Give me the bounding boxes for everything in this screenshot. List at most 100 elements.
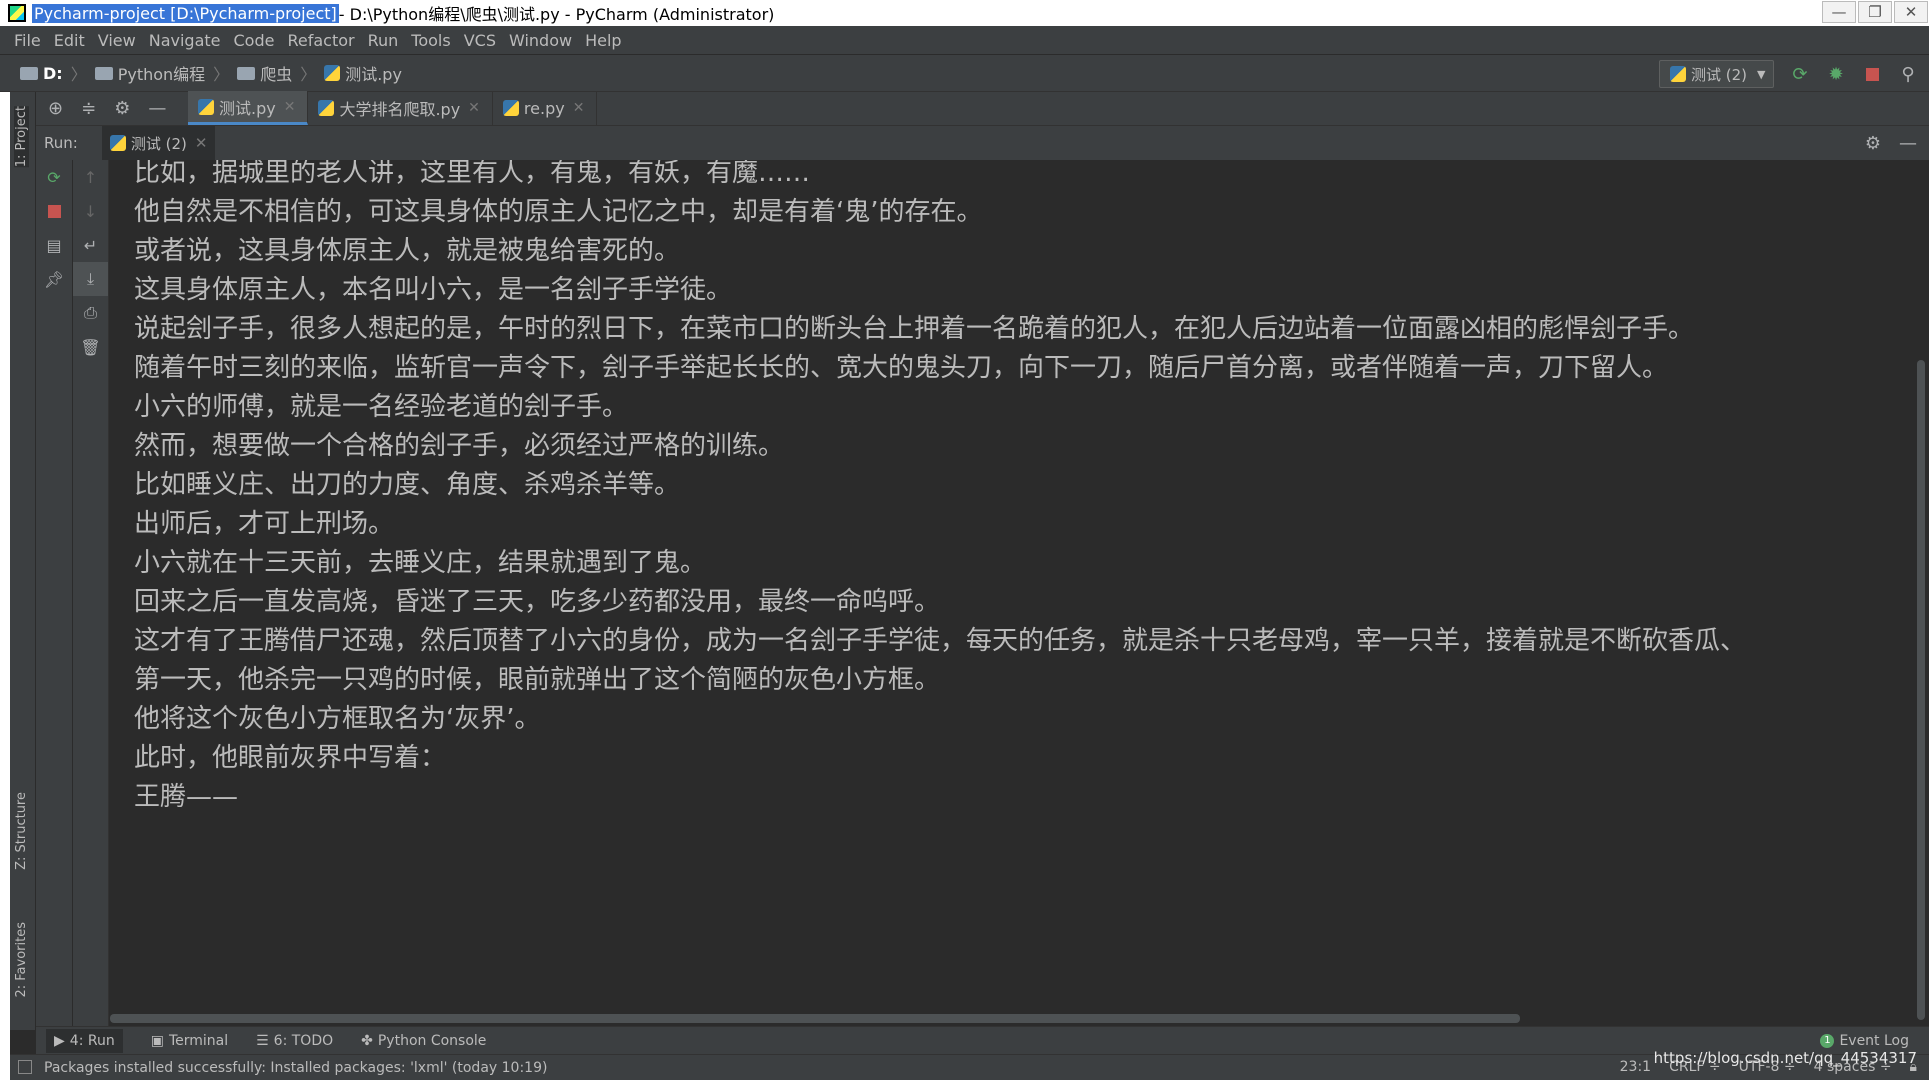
window-controls: — ❐ ✕ [1821, 0, 1929, 26]
breadcrumb-label: 测试.py [345, 65, 402, 84]
hide-icon[interactable]: — [148, 98, 166, 119]
menu-file[interactable]: File [14, 31, 41, 50]
close-icon[interactable]: ✕ [468, 100, 480, 116]
tab-label: 大学排名爬取.py [339, 100, 461, 119]
console-line: 然而，想要做一个合格的刽子手，必须经过严格的训练。 [134, 431, 785, 461]
menu-code[interactable]: Code [234, 31, 275, 50]
debug-icon[interactable]: ✹ [1825, 63, 1847, 85]
console-horizontal-scrollbar[interactable] [110, 1014, 1520, 1023]
event-log-label: Event Log [1839, 1033, 1909, 1049]
console-line: 这才有了王腾借尸还魂，然后顶替了小六的身份，成为一名刽子手学徒，每天的任务，就是… [134, 626, 1747, 656]
breadcrumb-label: 爬虫 [260, 65, 293, 84]
folder-icon [94, 66, 113, 80]
event-log-button[interactable]: 1 Event Log [1820, 1033, 1909, 1049]
todo-tool-button[interactable]: ☰ 6: TODO [256, 1033, 333, 1049]
run-configuration-select[interactable]: 测试 (2) ▼ [1659, 60, 1774, 88]
breadcrumb-crawler-folder[interactable]: 爬虫 [237, 61, 292, 85]
menu-help[interactable]: Help [585, 31, 621, 50]
console-line: 比如，据城里的老人讲，这里有人，有鬼，有妖，有魔…… [134, 160, 811, 188]
run-tool-button[interactable]: ▶ 4: Run [46, 1028, 123, 1053]
terminal-tool-button[interactable]: ▣ Terminal [151, 1033, 228, 1049]
python-console-tool-button[interactable]: ✤ Python Console [361, 1033, 486, 1049]
favorites-tool-button[interactable]: 2: Favorites [14, 922, 29, 998]
rerun-icon[interactable]: ⟳ [36, 160, 72, 194]
run-panel-actions: ⚙ — [1865, 133, 1917, 154]
run-toolbar-left: ⟳ ▤ 📌︎ [36, 160, 72, 1026]
scroll-to-end-icon[interactable]: ⤓ [73, 262, 108, 296]
print-icon[interactable]: ⎙ [73, 296, 108, 330]
menu-view[interactable]: View [98, 31, 136, 50]
caret-position[interactable]: 23:1 [1620, 1059, 1651, 1075]
tool-button-label: Terminal [168, 1032, 229, 1049]
status-bar: Packages installed successfully: Install… [10, 1054, 1929, 1080]
window-left-edge [0, 92, 10, 1080]
close-icon[interactable]: ✕ [195, 134, 208, 152]
gear-icon[interactable]: ⚙ [1865, 133, 1881, 154]
trash-icon[interactable]: 🗑︎ [73, 330, 108, 364]
target-icon[interactable]: ⊕ [48, 98, 63, 119]
menu-bar: File Edit View Navigate Code Refactor Ru… [0, 26, 1929, 54]
console-line: 王腾—— [134, 782, 239, 812]
status-panel-icon[interactable] [18, 1060, 32, 1074]
console-line: 这具身体原主人，本名叫小六，是一名刽子手学徒。 [134, 275, 733, 305]
tab-re-py[interactable]: re.py ✕ [493, 91, 598, 125]
down-arrow-icon[interactable]: ↓ [73, 194, 108, 228]
tool-button-label: Python Console [377, 1032, 487, 1049]
window-title-bar: Pycharm-project [D:\Pycharm-project] - D… [0, 0, 1929, 26]
console-line: 回来之后一直发高烧，昏迷了三天，吃多少药都没用，最终一命呜呼。 [134, 587, 941, 617]
breadcrumb-file[interactable]: 测试.py [324, 61, 402, 85]
breadcrumb-label: D: [43, 63, 63, 83]
close-icon[interactable]: ✕ [284, 99, 296, 115]
terminal-icon: ▣ [150, 1032, 164, 1049]
menu-vcs[interactable]: VCS [464, 31, 496, 50]
pin-icon[interactable]: 📌︎ [36, 262, 72, 296]
stop-icon[interactable] [1861, 63, 1883, 85]
console-line: 随着午时三刻的来临，监斩官一声令下，刽子手举起长长的、宽大的鬼头刀，向下一刀，随… [134, 353, 1669, 383]
close-button[interactable]: ✕ [1894, 1, 1928, 23]
layout-icon[interactable]: ▤ [36, 228, 72, 262]
window-title-project: Pycharm-project [D:\Pycharm-project] [32, 3, 339, 23]
breadcrumb-python-folder[interactable]: Python编程 [94, 61, 206, 85]
python-file-icon [109, 135, 126, 151]
rerun-icon[interactable]: ⟳ [1789, 63, 1811, 85]
window-title-path: - D:\Python编程\爬虫\测试.py - PyCharm (Admini… [338, 5, 775, 24]
console-vertical-scrollbar[interactable] [1917, 360, 1925, 1020]
tab-label: 测试.py [219, 98, 276, 118]
close-icon[interactable]: ✕ [573, 100, 585, 116]
run-tab[interactable]: 测试 (2) ✕ [101, 126, 216, 160]
python-file-icon [318, 100, 335, 116]
python-icon: ✤ [361, 1032, 373, 1049]
collapse-icon[interactable]: ≑ [81, 98, 96, 119]
menu-tools[interactable]: Tools [411, 31, 450, 50]
status-message[interactable]: Packages installed successfully: Install… [44, 1060, 547, 1076]
folder-icon [20, 66, 38, 80]
menu-refactor[interactable]: Refactor [287, 31, 354, 50]
breadcrumb-separator-icon: 〉 [300, 65, 317, 84]
maximize-button[interactable]: ❐ [1858, 1, 1892, 23]
minimize-button[interactable]: — [1822, 1, 1856, 23]
console-line: 比如睡义庄、出刀的力度、角度、杀鸡杀羊等。 [134, 470, 681, 500]
project-tool-button[interactable]: 1: Project [14, 106, 29, 168]
search-icon[interactable]: ⚲ [1897, 63, 1919, 85]
breadcrumb-label: Python编程 [117, 65, 206, 84]
tab-test-py[interactable]: 测试.py ✕ [188, 91, 309, 125]
console-line: 小六的师傅，就是一名经验老道的刽子手。 [134, 392, 629, 422]
gear-icon[interactable]: ⚙ [114, 98, 130, 119]
menu-window[interactable]: Window [509, 31, 572, 50]
soft-wrap-icon[interactable]: ↵ [73, 228, 108, 262]
tab-university-ranking-py[interactable]: 大学排名爬取.py ✕ [308, 91, 493, 125]
menu-run[interactable]: Run [368, 31, 399, 50]
structure-tool-button[interactable]: Z: Structure [14, 792, 29, 870]
console-output[interactable]: 比如，据城里的老人讲，这里有人，有鬼，有妖，有魔…… 他自然是不相信的，可这具身… [110, 160, 1917, 1026]
menu-navigate[interactable]: Navigate [149, 31, 221, 50]
breadcrumb-drive[interactable]: D: [20, 64, 63, 83]
run-tab-label: 测试 (2) [130, 134, 187, 153]
event-badge-icon: 1 [1820, 1034, 1835, 1048]
up-arrow-icon[interactable]: ↑ [73, 160, 108, 194]
python-file-icon [198, 98, 214, 115]
pycharm-logo-icon [8, 4, 26, 22]
play-icon: ▶ [54, 1032, 65, 1049]
hide-icon[interactable]: — [1899, 133, 1917, 154]
menu-edit[interactable]: Edit [54, 31, 85, 50]
stop-icon[interactable] [36, 194, 72, 228]
